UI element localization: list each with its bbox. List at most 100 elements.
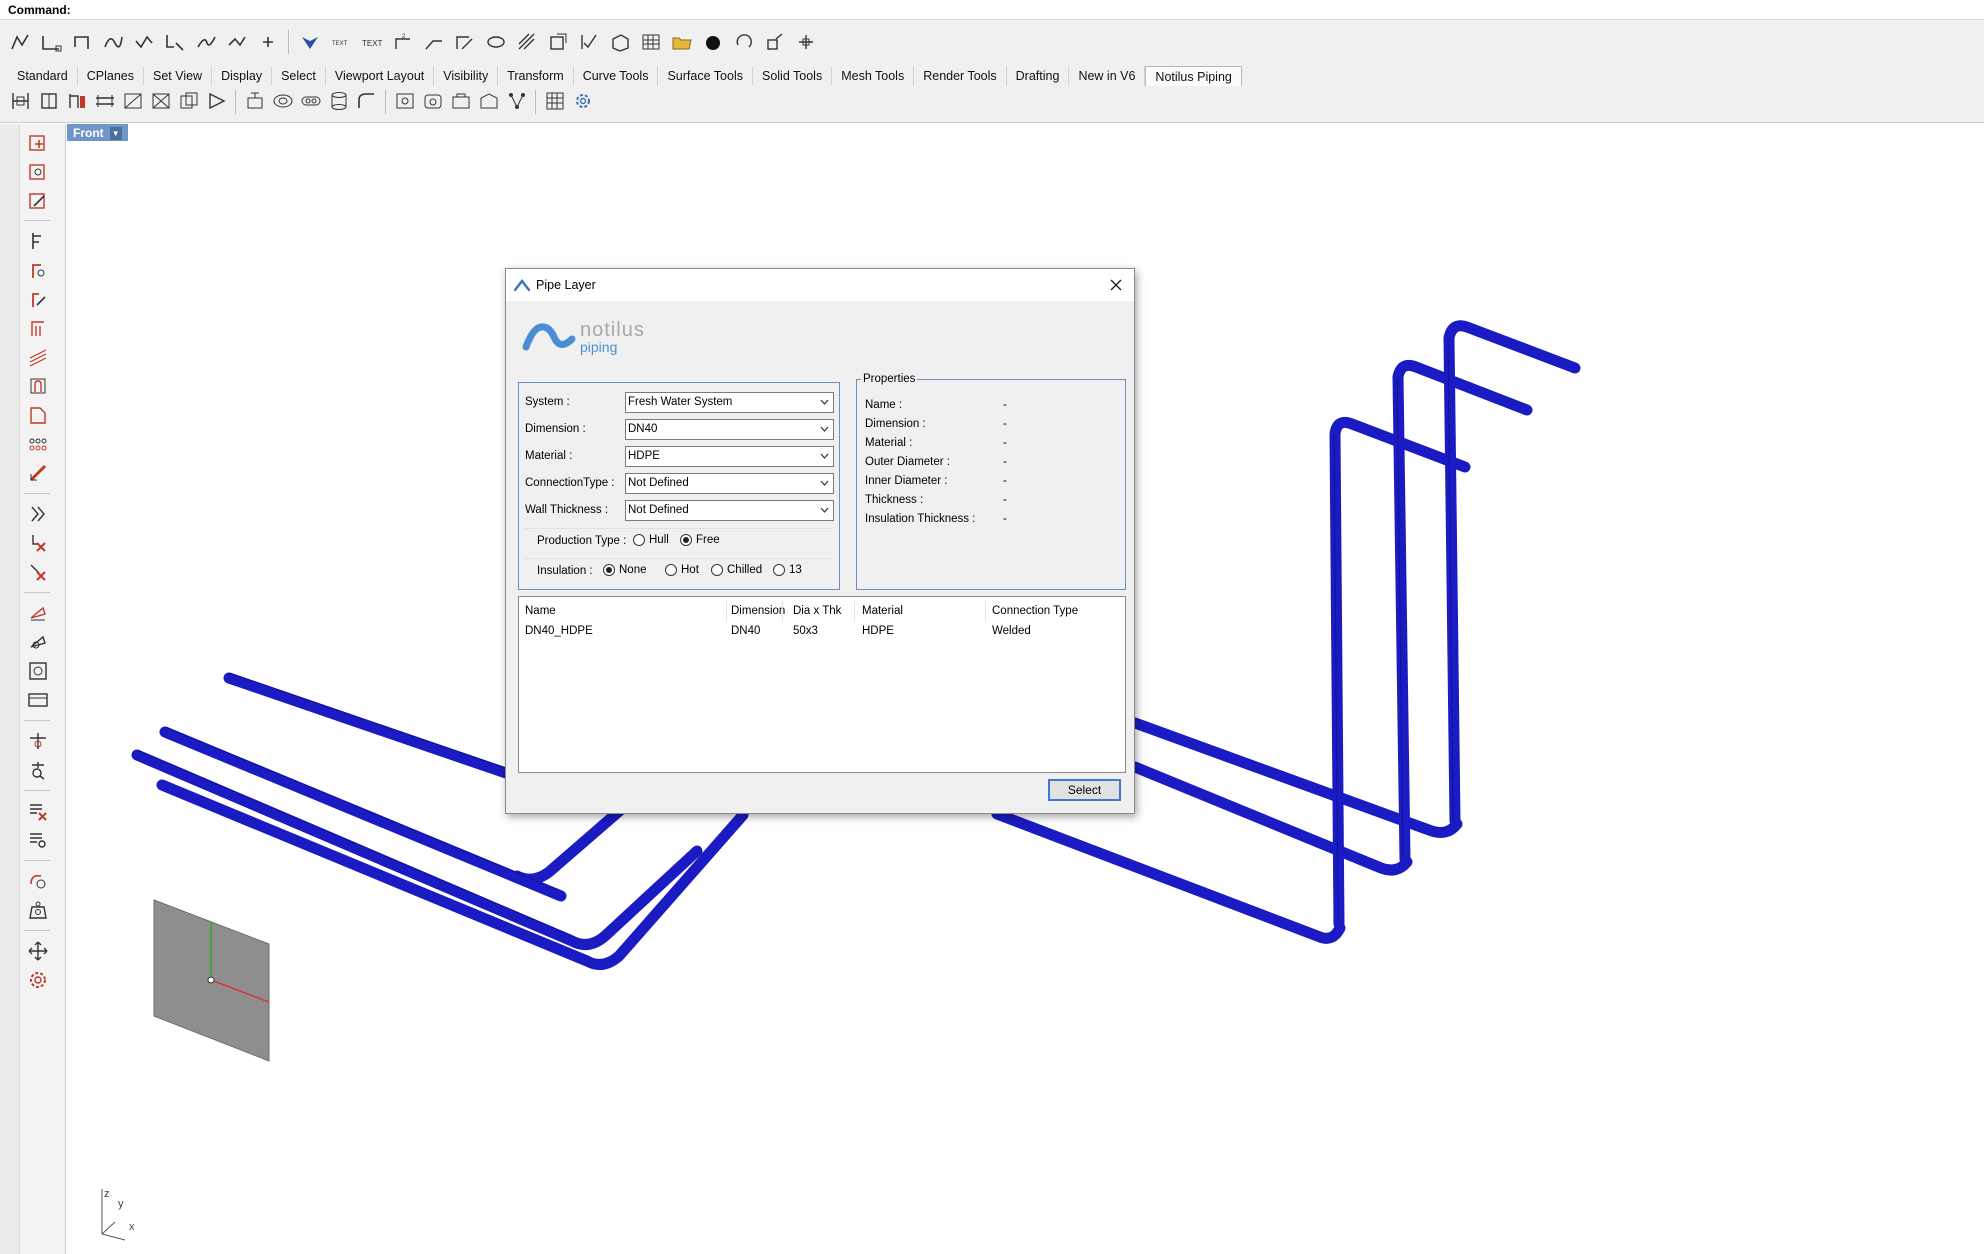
elbow-icon[interactable] [354, 88, 379, 113]
delete-route-icon[interactable] [24, 531, 52, 555]
flange-icon[interactable] [270, 88, 295, 113]
radio-hull-dot[interactable] [633, 534, 645, 546]
tab-surface-tools[interactable]: Surface Tools [658, 66, 753, 86]
box-icon[interactable] [606, 28, 633, 55]
support-edit-icon[interactable] [24, 630, 52, 654]
frame-icon[interactable] [24, 659, 52, 683]
move-icon[interactable] [792, 28, 819, 55]
hatch-icon[interactable] [296, 28, 323, 55]
viewport-title-tab[interactable]: Front ▼ [67, 124, 128, 141]
fitting-icon[interactable] [476, 88, 501, 113]
rotate-icon[interactable] [730, 28, 757, 55]
column-header-dia-thk[interactable]: Dia x Thk [793, 605, 841, 617]
chevron-down-icon[interactable]: ▼ [109, 126, 122, 140]
radio-none-dot[interactable] [603, 564, 615, 576]
interp-curve-icon[interactable] [130, 28, 157, 55]
settings-icon[interactable] [570, 88, 595, 113]
insulation-chilled-radio[interactable]: Chilled [711, 564, 762, 576]
sketch-curve-icon[interactable] [161, 28, 188, 55]
panel-icon[interactable] [24, 688, 52, 712]
chevrons-icon[interactable] [24, 502, 52, 526]
column-divider[interactable] [854, 601, 855, 621]
pipe-play-icon[interactable] [204, 88, 229, 113]
column-header-material[interactable]: Material [862, 605, 903, 617]
route-diagonal-icon[interactable] [24, 461, 52, 485]
command-input[interactable] [70, 1, 1970, 18]
route-bend-icon[interactable] [24, 258, 52, 282]
spiral-icon[interactable] [223, 28, 250, 55]
text-icon[interactable]: TEXT [327, 28, 354, 55]
leader-icon[interactable] [420, 28, 447, 55]
column-header-dimension[interactable]: Dimension [731, 605, 785, 617]
radio-13-dot[interactable] [773, 564, 785, 576]
network-icon[interactable] [504, 88, 529, 113]
column-divider[interactable] [782, 601, 783, 621]
valve-icon[interactable] [242, 88, 267, 113]
radio-free-dot[interactable] [680, 534, 692, 546]
tab-notilus-piping[interactable]: Notilus Piping [1145, 66, 1242, 86]
column-header-name[interactable]: Name [525, 605, 556, 617]
move-arrows-icon[interactable] [24, 939, 52, 963]
line-icon[interactable] [37, 28, 64, 55]
dimension-icon[interactable]: 2 [389, 28, 416, 55]
tab-visibility[interactable]: Visibility [434, 66, 499, 86]
material-combobox[interactable]: HDPE [625, 446, 834, 467]
column-header-connection-type[interactable]: Connection Type [992, 605, 1078, 617]
sphere-icon[interactable] [699, 28, 726, 55]
pump-icon[interactable] [420, 88, 445, 113]
block-icon[interactable] [544, 28, 571, 55]
wall-thickness-combobox[interactable]: Not Defined [625, 500, 834, 521]
insulation-13-radio[interactable]: 13 [773, 564, 802, 576]
route-links-icon[interactable] [24, 432, 52, 456]
production-hull-radio[interactable]: Hull [633, 534, 669, 546]
cloud-icon[interactable] [482, 28, 509, 55]
route-parallel-icon[interactable] [24, 345, 52, 369]
connection-type-combobox[interactable]: Not Defined [625, 473, 834, 494]
pipe-segment-icon[interactable] [36, 88, 61, 113]
pipe-cross-icon[interactable] [148, 88, 173, 113]
check-icon[interactable] [575, 28, 602, 55]
tab-set-view[interactable]: Set View [144, 66, 213, 86]
pipe-copy-icon[interactable] [176, 88, 201, 113]
production-free-radio[interactable]: Free [680, 534, 720, 546]
route-multi-icon[interactable] [24, 316, 52, 340]
route-page-icon[interactable] [24, 403, 52, 427]
pipe-straight-icon[interactable] [92, 88, 117, 113]
tab-transform[interactable]: Transform [498, 66, 574, 86]
delete-segment-icon[interactable] [24, 560, 52, 584]
hook-icon[interactable] [24, 869, 52, 893]
tab-viewport-layout[interactable]: Viewport Layout [326, 66, 435, 86]
route-vertical-icon[interactable] [24, 229, 52, 253]
spreadsheet-icon[interactable] [542, 88, 567, 113]
table-icon[interactable] [637, 28, 664, 55]
folder-icon[interactable] [668, 28, 695, 55]
tab-display[interactable]: Display [212, 66, 273, 86]
point-icon[interactable] [254, 28, 281, 55]
route-loop-icon[interactable] [24, 374, 52, 398]
equipment-icon[interactable] [448, 88, 473, 113]
options-gear-icon[interactable] [24, 968, 52, 992]
curve-icon[interactable] [68, 28, 95, 55]
node-search-icon[interactable] [24, 758, 52, 782]
node-split-icon[interactable] [24, 729, 52, 753]
list-delete-icon[interactable] [24, 799, 52, 823]
tab-select[interactable]: Select [272, 66, 326, 86]
tab-drafting[interactable]: Drafting [1007, 66, 1070, 86]
text-object-icon[interactable]: TEXT [358, 28, 385, 55]
select-button[interactable]: Select [1048, 779, 1121, 801]
tab-new-in-v6[interactable]: New in V6 [1069, 66, 1146, 86]
tab-curve-tools[interactable]: Curve Tools [574, 66, 659, 86]
insulation-hot-radio[interactable]: Hot [665, 564, 699, 576]
dialog-title-bar[interactable]: Pipe Layer [506, 269, 1134, 301]
list-search-icon[interactable] [24, 828, 52, 852]
tab-standard[interactable]: Standard [8, 66, 78, 86]
tank-icon[interactable] [326, 88, 351, 113]
layer-edit-icon[interactable] [24, 188, 52, 212]
pipe-route-icon[interactable] [8, 88, 33, 113]
radio-hot-dot[interactable] [665, 564, 677, 576]
tab-cplanes[interactable]: CPlanes [78, 66, 144, 86]
pipe-bend-icon[interactable] [64, 88, 89, 113]
support-icon[interactable] [24, 601, 52, 625]
control-curve-icon[interactable] [99, 28, 126, 55]
tab-render-tools[interactable]: Render Tools [914, 66, 1007, 86]
